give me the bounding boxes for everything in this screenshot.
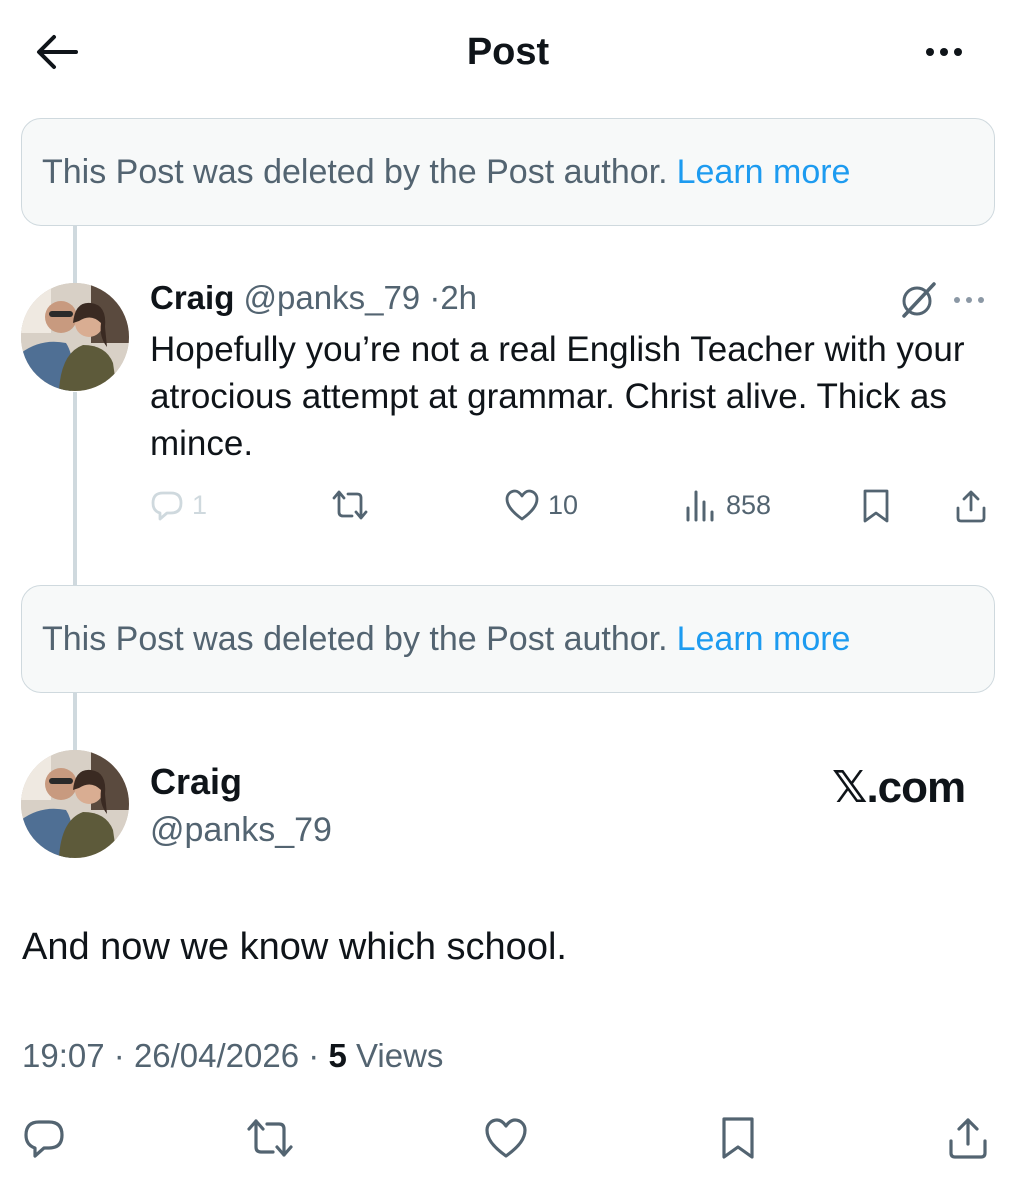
more-options-button[interactable] (914, 28, 974, 76)
repost-button[interactable] (240, 1108, 300, 1168)
avatar-photo (21, 283, 129, 391)
page-title: Post (466, 31, 550, 73)
separator-dot: · (113, 1037, 125, 1074)
avatar-photo (21, 750, 129, 858)
post-views-label: Views (355, 1037, 444, 1074)
top-bar: Post (0, 0, 1016, 104)
post-author-name[interactable]: Craig (150, 760, 242, 804)
reply-icon (151, 491, 183, 521)
repost-icon (247, 1119, 293, 1157)
post-meta: 19:07 · 26/04/2026 · 5 Views (22, 1034, 443, 1078)
deleted-notice-text: This Post was deleted by the Post author… (42, 152, 668, 191)
share-button[interactable] (938, 1108, 998, 1168)
deleted-notice-text: This Post was deleted by the Post author… (42, 619, 668, 658)
deleted-post-notice: This Post was deleted by the Post author… (21, 118, 995, 226)
like-icon (505, 489, 539, 521)
reply-more-button[interactable] (954, 290, 994, 310)
bookmark-action-button[interactable] (860, 488, 892, 524)
bookmark-icon (863, 489, 889, 523)
x-com-watermark: 𝕏.com (832, 763, 966, 812)
grok-icon (902, 282, 936, 318)
repost-icon (332, 490, 368, 520)
reply-action-button[interactable]: 1 (150, 488, 207, 522)
bookmark-icon (722, 1117, 754, 1159)
share-action-button[interactable] (954, 488, 988, 524)
bookmark-button[interactable] (708, 1108, 768, 1168)
grok-button[interactable] (898, 280, 938, 320)
reply-button[interactable] (14, 1108, 74, 1168)
views-action-button[interactable]: 858 (684, 488, 771, 522)
thread-line (73, 226, 77, 284)
learn-more-link[interactable]: Learn more (677, 153, 851, 192)
like-button[interactable] (476, 1108, 536, 1168)
post-action-bar (0, 1108, 1016, 1168)
views-count: 858 (726, 489, 772, 520)
post-date[interactable]: 26/04/2026 (134, 1037, 299, 1074)
learn-more-link[interactable]: Learn more (677, 620, 851, 659)
more-icon (954, 297, 960, 303)
avatar[interactable] (21, 750, 129, 858)
post-text: And now we know which school. (22, 926, 567, 968)
post-author-handle[interactable]: @panks_79 (150, 808, 332, 852)
views-icon (686, 490, 714, 522)
repost-action-button[interactable] (330, 488, 370, 522)
post-time[interactable]: 19:07 (22, 1037, 105, 1074)
reply-time[interactable]: 2h (440, 279, 477, 316)
thread-line (73, 693, 77, 753)
separator-dot: · (308, 1037, 320, 1074)
reply-count: 1 (192, 489, 208, 520)
thread-line (73, 392, 77, 585)
like-count: 10 (548, 489, 579, 520)
like-icon (485, 1118, 527, 1158)
more-icon (926, 48, 934, 56)
reply-icon (24, 1120, 64, 1158)
deleted-post-notice: This Post was deleted by the Post author… (21, 585, 995, 693)
post-views-count[interactable]: 5 (328, 1037, 346, 1074)
reply-author-handle[interactable]: @panks_79 (244, 279, 421, 316)
reply-author-name[interactable]: Craig (150, 279, 234, 316)
like-action-button[interactable]: 10 (504, 488, 578, 522)
share-icon (949, 1118, 987, 1159)
separator-dot: · (429, 279, 441, 316)
reply-header: Craig @panks_79 ·2h (150, 276, 477, 320)
reply-text: Hopefully you’re not a real English Teac… (150, 330, 965, 463)
avatar[interactable] (21, 283, 129, 391)
share-icon (956, 490, 986, 523)
